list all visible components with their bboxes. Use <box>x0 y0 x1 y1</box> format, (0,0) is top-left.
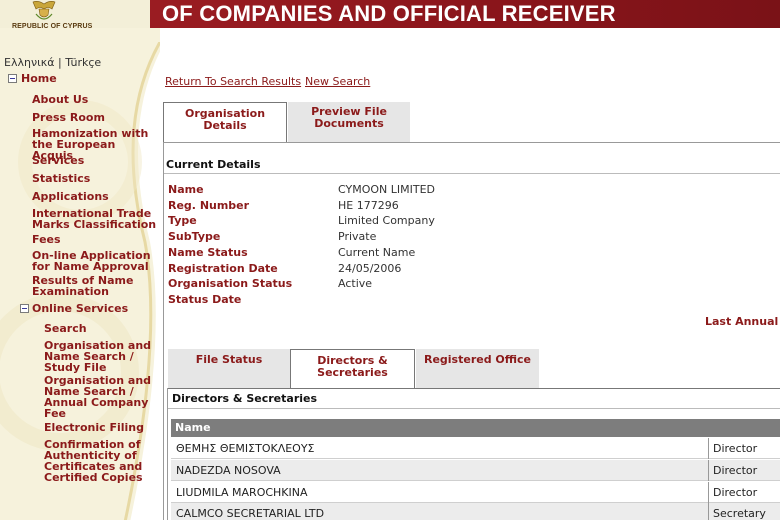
field-value-reg-number: HE 177296 <box>338 199 399 212</box>
field-label-registration-date: Registration Date <box>168 262 278 275</box>
field-value-subtype: Private <box>338 230 377 243</box>
nav-org-study-file[interactable]: Organisation and Name Search / Study Fil… <box>44 340 156 373</box>
nav-statistics[interactable]: Statistics <box>32 173 160 184</box>
field-label-name-status: Name Status <box>168 246 248 259</box>
director-name: LIUDMILA MAROCHKINA <box>176 486 308 499</box>
column-divider <box>708 438 709 459</box>
header-title: OF COMPANIES AND OFFICIAL RECEIVER <box>162 1 616 26</box>
field-label-reg-number: Reg. Number <box>168 199 250 212</box>
section-divider <box>164 173 780 174</box>
lang-turkish[interactable]: Türkçe <box>65 56 101 69</box>
director-name: NADEZDA NOSOVA <box>176 464 281 477</box>
main-content: Return To Search Results New Search Orga… <box>160 28 780 520</box>
field-label-organisation-status: Organisation Status <box>168 277 293 290</box>
language-switcher: Ελληνικά | Türkçe <box>4 56 101 69</box>
director-name: CALMCO SECRETARIAL LTD <box>176 507 325 520</box>
lang-greek[interactable]: Ελληνικά <box>4 56 55 69</box>
tab-registered-office[interactable]: Registered Office <box>416 349 539 388</box>
column-divider <box>708 482 709 503</box>
tab-directors-label: Directors & Secretaries <box>317 354 388 379</box>
last-annual-return-label: Last Annual R <box>705 315 780 328</box>
field-value-name-status: Current Name <box>338 246 416 259</box>
tab-organisation-details[interactable]: Organisation Details <box>163 102 287 143</box>
field-value-registration-date: 24/05/2006 <box>338 262 402 275</box>
tab-file-status[interactable]: File Status <box>168 349 290 388</box>
return-to-results-link[interactable]: Return To Search Results <box>165 75 301 88</box>
tab-preview-file-documents[interactable]: Preview File Documents <box>288 102 410 142</box>
director-role: Director <box>713 486 758 499</box>
field-value-name: CYMOON LIMITED <box>338 183 435 196</box>
nav-search[interactable]: Search <box>44 323 156 334</box>
table-row: LIUDMILA MAROCHKINA Director <box>171 482 780 503</box>
nav-online-services[interactable]: Online Services <box>32 303 160 314</box>
collapse-home-icon[interactable] <box>8 74 17 83</box>
director-name: ΘΕΜΗΣ ΘΕΜΙΣΤΟΚΛΕΟΥΣ <box>176 442 315 455</box>
nav-services[interactable]: Services <box>32 155 160 166</box>
director-role: Director <box>713 464 758 477</box>
field-label-type: Type <box>168 214 197 227</box>
directors-divider <box>168 408 780 409</box>
nav-trade-marks[interactable]: International Trade Marks Classification <box>32 208 160 230</box>
table-row: CALMCO SECRETARIAL LTD Secretary <box>171 503 780 520</box>
nav-press-room[interactable]: Press Room <box>32 112 160 123</box>
nav-fees[interactable]: Fees <box>32 234 160 245</box>
field-label-subtype: SubType <box>168 230 221 243</box>
new-search-link[interactable]: New Search <box>305 75 370 88</box>
table-row: ΘΕΜΗΣ ΘΕΜΙΣΤΟΚΛΕΟΥΣ Director <box>171 438 780 459</box>
column-divider <box>708 503 709 520</box>
lang-separator: | <box>58 56 62 69</box>
tab-file-status-label: File Status <box>195 353 263 366</box>
current-details-heading: Current Details <box>166 158 261 171</box>
tab-directors-secretaries[interactable]: Directors & Secretaries <box>290 349 415 389</box>
tab-preview-label: Preview File Documents <box>311 105 387 130</box>
table-header-name: Name <box>171 419 780 437</box>
sidebar: Ελληνικά | Türkçe Home About Us Press Ro… <box>0 28 160 520</box>
field-label-status-date: Status Date <box>168 293 242 306</box>
nav-name-approval[interactable]: On-line Application for Name Approval <box>32 250 160 272</box>
tab-registered-office-label: Registered Office <box>423 353 532 366</box>
table-row: NADEZDA NOSOVA Director <box>171 460 780 481</box>
nav-applications[interactable]: Applications <box>32 191 160 202</box>
field-value-organisation-status: Active <box>338 277 373 290</box>
nav-name-results[interactable]: Results of Name Examination <box>32 275 160 297</box>
collapse-online-services-icon[interactable] <box>20 304 29 313</box>
coat-of-arms-icon <box>32 1 56 20</box>
nav-about-us[interactable]: About Us <box>32 94 160 105</box>
director-role: Secretary <box>713 507 766 520</box>
column-divider <box>708 460 709 481</box>
field-value-type: Limited Company <box>338 214 435 227</box>
nav-confirmation[interactable]: Confirmation of Authenticity of Certific… <box>44 439 156 483</box>
director-role: Director <box>713 442 758 455</box>
directors-heading: Directors & Secretaries <box>172 392 318 405</box>
nav-electronic-filing[interactable]: Electronic Filing <box>44 422 156 433</box>
nav-org-annual-fee[interactable]: Organisation and Name Search / Annual Co… <box>44 375 156 419</box>
field-label-name: Name <box>168 183 204 196</box>
tab-organisation-label: Organisation Details <box>184 107 266 132</box>
nav-home[interactable]: Home <box>21 73 57 84</box>
